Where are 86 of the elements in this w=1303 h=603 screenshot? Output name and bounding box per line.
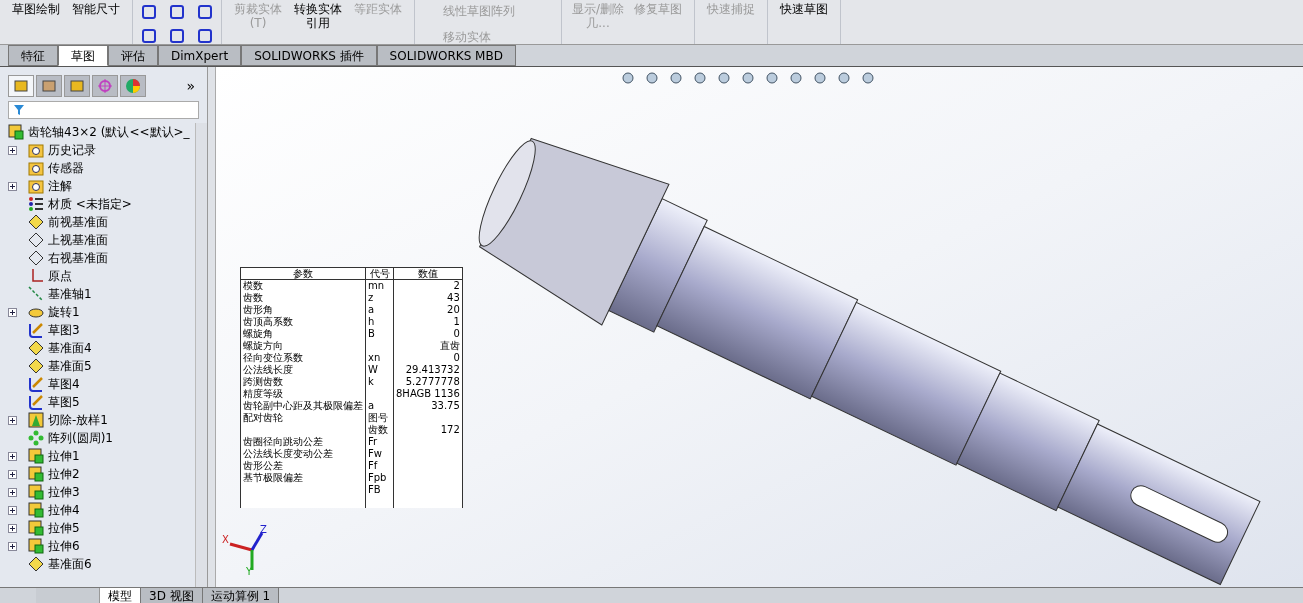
table-cell: 33.75 xyxy=(393,399,463,412)
command-tab[interactable]: SOLIDWORKS MBD xyxy=(376,45,516,66)
table-cell: 直齿 xyxy=(393,339,463,352)
table-cell: 齿顶高系数 xyxy=(240,315,366,328)
tree-item[interactable]: 阵列(圆周)1 xyxy=(48,429,113,447)
table-cell: 1 xyxy=(393,315,463,328)
column-header: 数值 xyxy=(393,267,463,280)
table-cell: 0 xyxy=(393,327,463,340)
table-cell: B xyxy=(365,327,394,340)
tree-item[interactable]: 基准面6 xyxy=(48,555,92,573)
command-tab[interactable]: DimXpert xyxy=(158,45,242,66)
view-tab[interactable]: 3D 视图 xyxy=(141,588,203,603)
table-cell: 公法线长度 xyxy=(240,363,366,376)
tree-item[interactable]: 上视基准面 xyxy=(48,231,108,249)
tree-item[interactable]: 基准轴1 xyxy=(48,285,92,303)
table-cell: FB xyxy=(365,483,394,496)
table-cell: 29.413732 xyxy=(393,363,463,376)
tree-item[interactable]: 原点 xyxy=(48,267,72,285)
table-cell: a xyxy=(365,303,394,316)
tree-item[interactable]: 拉伸1 xyxy=(48,447,80,465)
tree-item[interactable]: 基准面4 xyxy=(48,339,92,357)
command-tab[interactable]: 评估 xyxy=(108,45,158,66)
tree-item[interactable]: 拉伸2 xyxy=(48,465,80,483)
ribbon-button[interactable]: 转换实体引用 xyxy=(290,2,346,30)
table-cell: 43 xyxy=(393,291,463,304)
table-cell: W xyxy=(365,363,394,376)
tree-item[interactable]: 草图3 xyxy=(48,321,80,339)
table-cell: 精度等级 xyxy=(240,387,366,400)
ribbon-button[interactable]: 智能尺寸 xyxy=(68,2,124,16)
table-cell: 公法线长度变动公差 xyxy=(240,447,366,460)
table-cell: Ff xyxy=(365,459,394,472)
table-cell: mn xyxy=(365,279,394,292)
command-tab[interactable]: SOLIDWORKS 插件 xyxy=(241,45,377,66)
tree-item[interactable]: 右视基准面 xyxy=(48,249,108,267)
tree-item[interactable]: 拉伸5 xyxy=(48,519,80,537)
table-cell: Fpb xyxy=(365,471,394,484)
table-cell: 172 xyxy=(393,423,463,436)
part-name[interactable]: 齿轮轴43×2 (默认<<默认>_ xyxy=(28,123,190,141)
table-cell: 8HAGB 1136 xyxy=(393,387,463,400)
tree-item[interactable]: 草图4 xyxy=(48,375,80,393)
table-cell: Fw xyxy=(365,447,394,460)
table-cell: h xyxy=(365,315,394,328)
table-cell: 齿圈径向跳动公差 xyxy=(240,435,366,448)
view-tab[interactable]: 运动算例 1 xyxy=(202,588,280,603)
command-tab[interactable]: 特征 xyxy=(8,45,58,66)
tree-item[interactable]: 基准面5 xyxy=(48,357,92,375)
ribbon-button[interactable]: 快速草图 xyxy=(776,2,832,16)
table-cell: xn xyxy=(365,351,394,364)
table-cell: 齿数 xyxy=(365,423,394,436)
table-cell: 2 xyxy=(393,279,463,292)
tree-item[interactable]: 材质 <未指定> xyxy=(48,195,132,213)
table-cell: 基节极限偏差 xyxy=(240,471,366,484)
table-cell: 图号 xyxy=(365,411,394,424)
table-cell: 配对齿轮 xyxy=(240,411,366,424)
table-cell: 跨测齿数 xyxy=(240,375,366,388)
table-cell: 径向变位系数 xyxy=(240,351,366,364)
tree-item[interactable]: 注解 xyxy=(48,177,72,195)
table-cell: 螺旋角 xyxy=(240,327,366,340)
tree-item[interactable]: 拉伸4 xyxy=(48,501,80,519)
column-header: 参数 xyxy=(240,267,366,280)
tree-item[interactable]: 拉伸3 xyxy=(48,483,80,501)
tree-item[interactable]: 旋转1 xyxy=(48,303,80,321)
tree-item[interactable]: 拉伸6 xyxy=(48,537,80,555)
ribbon-button[interactable]: 草图绘制 xyxy=(8,2,64,16)
table-cell: a xyxy=(365,399,394,412)
table-cell: 螺旋方向 xyxy=(240,339,366,352)
table-cell: 齿形公差 xyxy=(240,459,366,472)
column-header: 代号 xyxy=(365,267,394,280)
tree-item[interactable]: 前视基准面 xyxy=(48,213,108,231)
table-cell: 齿轮副中心距及其极限偏差 xyxy=(240,399,366,412)
tree-item[interactable]: 传感器 xyxy=(48,159,84,177)
table-cell: 模数 xyxy=(240,279,366,292)
table-cell: k xyxy=(365,375,394,388)
command-tab[interactable]: 草图 xyxy=(58,45,108,66)
tree-item[interactable]: 历史记录 xyxy=(48,141,96,159)
view-tab[interactable]: 模型 xyxy=(100,588,141,603)
table-cell: 齿形角 xyxy=(240,303,366,316)
table-cell: 5.2777778 xyxy=(393,375,463,388)
table-cell: 20 xyxy=(393,303,463,316)
table-cell: 0 xyxy=(393,351,463,364)
tree-item[interactable]: 切除-放样1 xyxy=(48,411,108,429)
table-cell: z xyxy=(365,291,394,304)
expand-button[interactable]: » xyxy=(186,75,199,97)
table-cell: Fr xyxy=(365,435,394,448)
tree-item[interactable]: 草图5 xyxy=(48,393,80,411)
table-cell: 齿数 xyxy=(240,291,366,304)
